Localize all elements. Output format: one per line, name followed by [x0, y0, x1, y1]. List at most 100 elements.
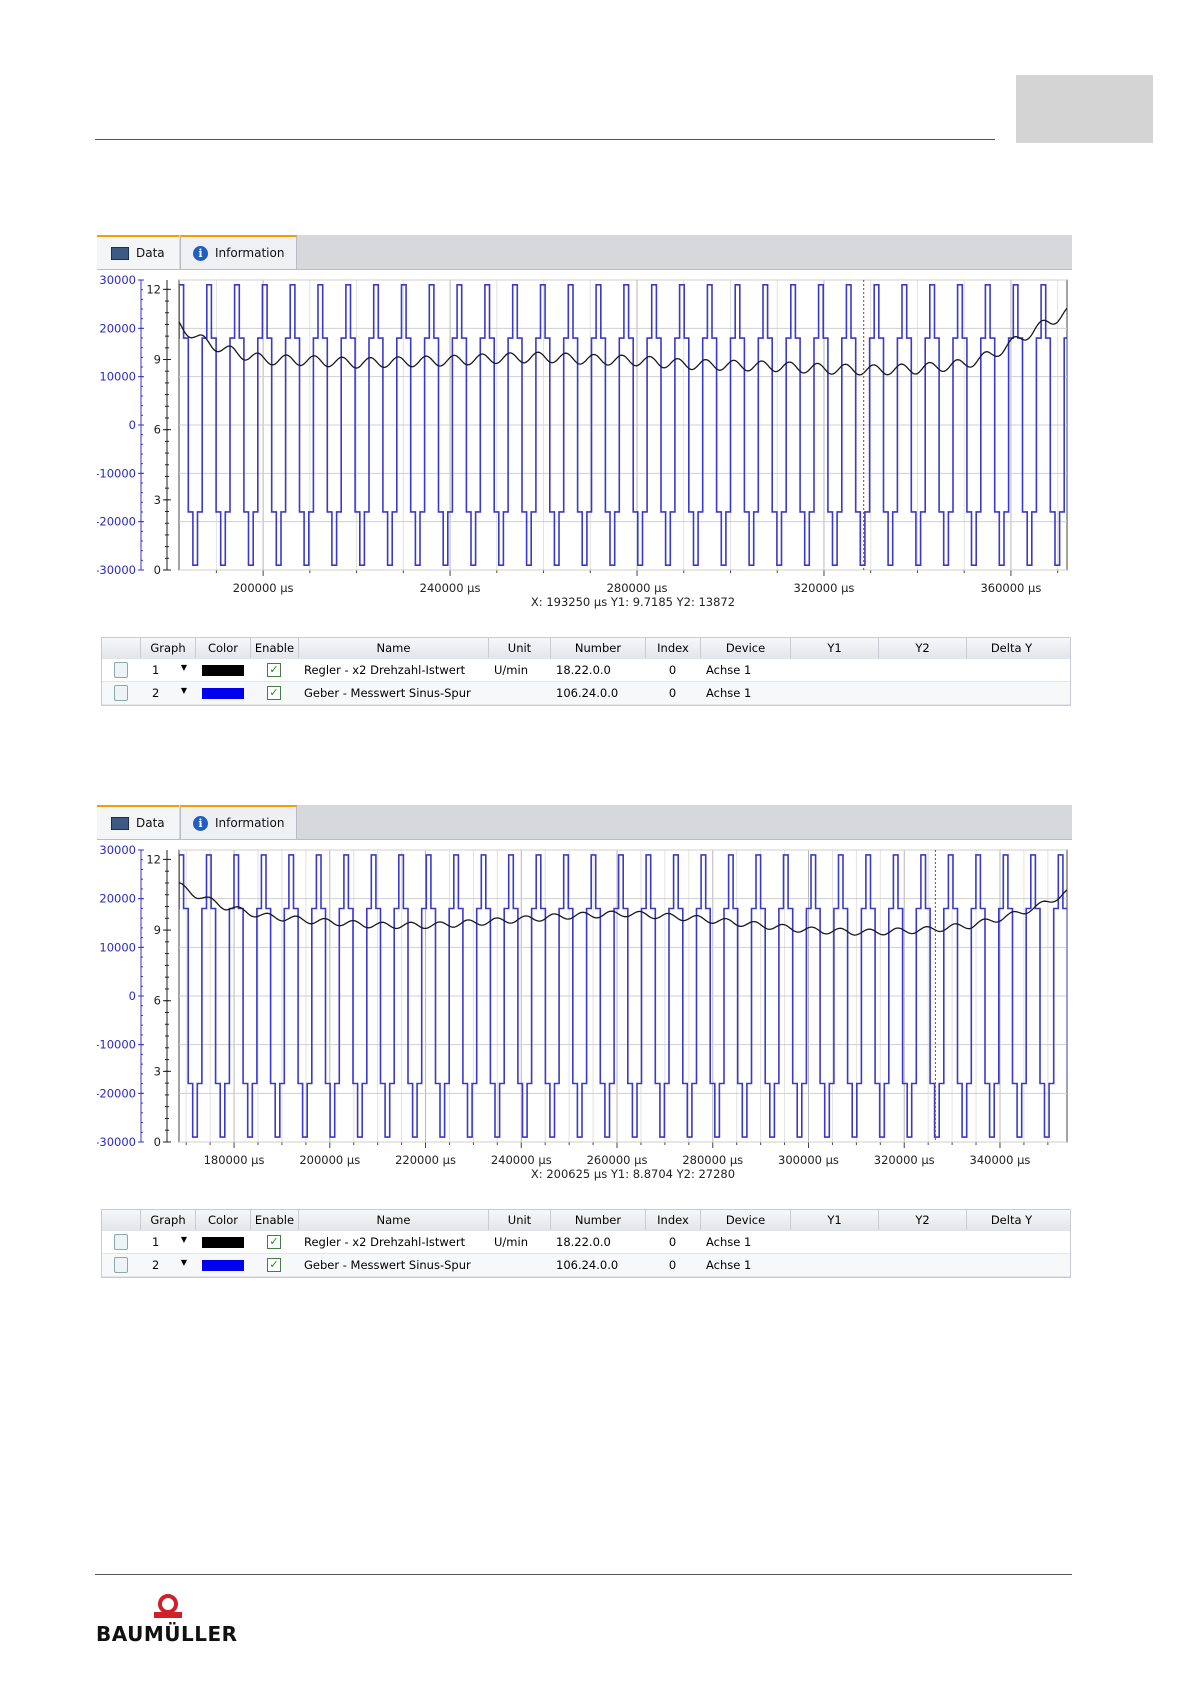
- legend-header-unit[interactable]: Unit: [488, 1210, 550, 1230]
- chapter-marker-box: [1016, 75, 1153, 143]
- x-tick-label: 320000 µs: [794, 581, 855, 595]
- legend-header-blank: [102, 638, 140, 658]
- legend-header-y1[interactable]: Y1: [790, 638, 878, 658]
- enable-checkbox[interactable]: ✓: [267, 686, 281, 700]
- y1-tick-label: 3: [154, 493, 161, 507]
- tab-data[interactable]: Data: [97, 805, 179, 839]
- graph-settings-icon[interactable]: [114, 685, 128, 701]
- legend-name: Regler - x2 Drehzahl-Istwert: [304, 1235, 466, 1249]
- monitor-icon: [111, 246, 129, 260]
- legend-header-number[interactable]: Number: [550, 1210, 645, 1230]
- color-swatch[interactable]: [201, 687, 244, 699]
- legend-header-enable[interactable]: Enable: [250, 1210, 298, 1230]
- legend-header-y1[interactable]: Y1: [790, 1210, 878, 1230]
- legend-header-graph[interactable]: Graph: [140, 1210, 195, 1230]
- y2-tick-label: 20000: [99, 321, 136, 335]
- tab-information-label: Information: [215, 246, 285, 260]
- legend-row[interactable]: 2 ▼ ✓ Geber - Messwert Sinus-Spur 106.24.0.0…: [102, 1254, 1070, 1277]
- graph-number: 2: [152, 1258, 160, 1272]
- graph-select[interactable]: 2 ▼: [140, 682, 195, 704]
- legend-row[interactable]: 2 ▼ ✓ Geber - Messwert Sinus-Spur 106.24.0.0…: [102, 682, 1070, 705]
- chart-area[interactable]: 30000 20000 10000 0 -10000 -20000 -30000 12 9 6 3 0…: [97, 270, 1072, 630]
- graph-select[interactable]: 1 ▼: [140, 659, 195, 681]
- dropdown-arrow-icon[interactable]: ▼: [181, 663, 187, 677]
- color-swatch[interactable]: [201, 1259, 244, 1271]
- legend-header-name[interactable]: Name: [298, 638, 488, 658]
- color-swatch[interactable]: [201, 1236, 244, 1248]
- enable-checkbox[interactable]: ✓: [267, 1258, 281, 1272]
- legend-header-name[interactable]: Name: [298, 1210, 488, 1230]
- legend-header-delta-y[interactable]: Delta Y: [966, 1210, 1056, 1230]
- legend-y2-cell: [878, 1254, 966, 1276]
- legend-name: Geber - Messwert Sinus-Spur: [304, 1258, 471, 1272]
- legend-index-cell: 0: [645, 659, 700, 681]
- tab-bar: Data i Information: [97, 235, 1072, 270]
- legend-header-enable[interactable]: Enable: [250, 638, 298, 658]
- color-cell[interactable]: [195, 659, 250, 681]
- graph-select[interactable]: 2 ▼: [140, 1254, 195, 1276]
- dropdown-arrow-icon[interactable]: ▼: [181, 1258, 187, 1272]
- y1-tick-label: 12: [146, 282, 161, 296]
- color-cell[interactable]: [195, 1231, 250, 1253]
- legend-header-y2[interactable]: Y2: [878, 1210, 966, 1230]
- baumuller-logo: BAUMÜLLER: [96, 1588, 246, 1648]
- tab-information[interactable]: i Information: [180, 235, 297, 269]
- row-icon-cell[interactable]: [102, 659, 140, 681]
- graph-settings-icon[interactable]: [114, 1234, 128, 1250]
- graph-settings-icon[interactable]: [114, 662, 128, 678]
- legend-header-blank: [102, 1210, 140, 1230]
- legend-row[interactable]: 1 ▼ ✓ Regler - x2 Drehzahl-Istwert U/min 18.2…: [102, 1231, 1070, 1254]
- row-icon-cell[interactable]: [102, 1254, 140, 1276]
- legend-header-color[interactable]: Color: [195, 1210, 250, 1230]
- chart-area[interactable]: 30000 20000 10000 0 -10000 -20000 -30000 12 9 6 3 0…: [97, 840, 1072, 1202]
- graph-settings-icon[interactable]: [114, 1257, 128, 1273]
- x-tick-label: 240000 µs: [491, 1153, 552, 1167]
- legend-y1-cell: [790, 1254, 878, 1276]
- header-rule: [95, 139, 995, 140]
- legend-header-index[interactable]: Index: [645, 638, 700, 658]
- enable-checkbox[interactable]: ✓: [267, 663, 281, 677]
- legend-header-device[interactable]: Device: [700, 638, 790, 658]
- legend-header-number[interactable]: Number: [550, 638, 645, 658]
- dropdown-arrow-icon[interactable]: ▼: [181, 686, 187, 700]
- color-cell[interactable]: [195, 1254, 250, 1276]
- legend-y1-cell: [790, 1231, 878, 1253]
- oscilloscope-chart[interactable]: 3000020000100000-10000-20000-30000129630…: [97, 840, 1072, 1202]
- legend-header-unit[interactable]: Unit: [488, 638, 550, 658]
- y2-tick-label: 0: [129, 418, 136, 432]
- graph-select[interactable]: 1 ▼: [140, 1231, 195, 1253]
- enable-cell[interactable]: ✓: [250, 659, 298, 681]
- legend-header-graph[interactable]: Graph: [140, 638, 195, 658]
- row-icon-cell[interactable]: [102, 682, 140, 704]
- y2-tick-label: -30000: [97, 563, 136, 577]
- enable-cell[interactable]: ✓: [250, 682, 298, 704]
- color-swatch[interactable]: [201, 664, 244, 676]
- legend-header-device[interactable]: Device: [700, 1210, 790, 1230]
- legend-header-y2[interactable]: Y2: [878, 638, 966, 658]
- legend-y2-cell: [878, 1231, 966, 1253]
- color-cell[interactable]: [195, 682, 250, 704]
- y2-tick-label: 0: [129, 989, 136, 1003]
- x-tick-label: 200000 µs: [233, 581, 294, 595]
- tab-information-label: Information: [215, 816, 285, 830]
- tab-information[interactable]: i Information: [180, 805, 297, 839]
- y2-tick-label: 30000: [99, 843, 136, 857]
- enable-cell[interactable]: ✓: [250, 1254, 298, 1276]
- legend-header-delta-y[interactable]: Delta Y: [966, 638, 1056, 658]
- x-tick-label: 200000 µs: [299, 1153, 360, 1167]
- oscilloscope-chart[interactable]: 3000020000100000-10000-20000-30000129630…: [97, 270, 1072, 630]
- dropdown-arrow-icon[interactable]: ▼: [181, 1235, 187, 1249]
- legend-device: Achse 1: [706, 663, 752, 677]
- legend-device: Achse 1: [706, 686, 752, 700]
- legend-row[interactable]: 1 ▼ ✓ Regler - x2 Drehzahl-Istwert U/min 18.2…: [102, 659, 1070, 682]
- enable-cell[interactable]: ✓: [250, 1231, 298, 1253]
- legend-header-index[interactable]: Index: [645, 1210, 700, 1230]
- legend-y2-cell: [878, 682, 966, 704]
- tab-data[interactable]: Data: [97, 235, 179, 269]
- legend-name-cell: Geber - Messwert Sinus-Spur: [298, 1254, 488, 1276]
- legend-number-cell: 18.22.0.0: [550, 1231, 645, 1253]
- row-icon-cell[interactable]: [102, 1231, 140, 1253]
- legend-header-color[interactable]: Color: [195, 638, 250, 658]
- enable-checkbox[interactable]: ✓: [267, 1235, 281, 1249]
- graph-number: 1: [152, 663, 160, 677]
